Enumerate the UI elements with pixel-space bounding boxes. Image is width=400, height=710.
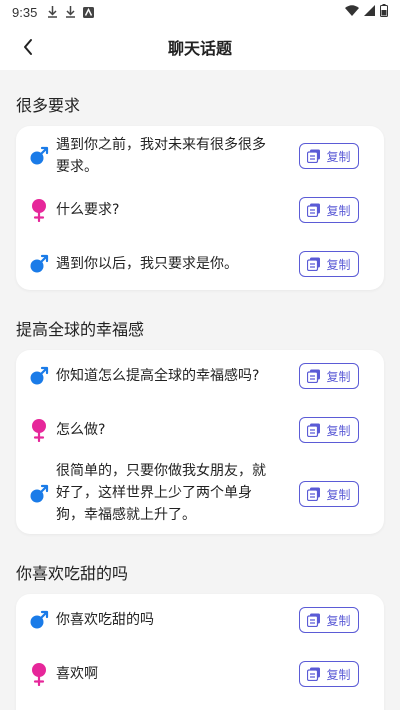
copy-button[interactable]: 复制 [299, 661, 359, 687]
section-title: 很多要求 [16, 96, 81, 115]
copy-button[interactable]: 复制 [299, 251, 359, 277]
copy-icon [307, 667, 321, 681]
dialogue-row: 怎么做? 复制 [16, 416, 384, 444]
status-time: 9:35 [12, 4, 38, 20]
battery-icon [380, 4, 388, 20]
copy-icon [307, 257, 321, 271]
copy-button[interactable]: 复制 [299, 363, 359, 389]
dialogue-text: 你喜欢吃甜的吗 [56, 612, 154, 628]
download-icon [64, 5, 76, 19]
dialogue-card: 遇到你之前，我对未来有很多很多要求。 复制 什么要求? 复制 遇到你以后，我只要… [16, 126, 384, 290]
copy-label: 复制 [326, 257, 351, 272]
female-icon [28, 418, 50, 442]
back-button[interactable] [14, 33, 42, 61]
dialogue-row: 喜欢啊 复制 [16, 660, 384, 688]
female-icon [28, 198, 50, 222]
dialogue-card: 你喜欢吃甜的吗 复制 喜欢啊 复制 [16, 594, 384, 710]
copy-icon [307, 369, 321, 383]
download-icon [46, 5, 58, 19]
male-icon [28, 252, 50, 276]
copy-label: 复制 [326, 203, 351, 218]
dialogue-row: 什么要求? 复制 [16, 196, 384, 224]
copy-button[interactable]: 复制 [299, 481, 359, 507]
copy-button[interactable]: 复制 [299, 607, 359, 633]
status-bar: 9:35 [0, 0, 400, 24]
copy-label: 复制 [326, 613, 351, 628]
dialogue-text: 遇到你以后，我只要求是你。 [56, 256, 238, 272]
copy-button[interactable]: 复制 [299, 197, 359, 223]
topic-list[interactable]: 很多要求 遇到你之前，我对未来有很多很多要求。 复制 什么要求? 复制 遇到你以… [0, 70, 400, 710]
dialogue-row: 遇到你之前，我对未来有很多很多要求。 复制 [16, 134, 384, 178]
section-title: 你喜欢吃甜的吗 [16, 564, 129, 583]
male-icon [28, 364, 50, 388]
copy-label: 复制 [326, 487, 351, 502]
dialogue-row: 你知道怎么提高全球的幸福感吗? 复制 [16, 362, 384, 390]
dialogue-text: 喜欢啊 [56, 666, 98, 682]
copy-label: 复制 [326, 369, 351, 384]
male-icon [28, 482, 50, 506]
section-title: 提高全球的幸福感 [16, 320, 145, 339]
dialogue-row: 很简单的，只要你做我女朋友，就好了，这样世界上少了两个单身狗，幸福感就上升了。 … [16, 460, 384, 526]
dialogue-card: 你知道怎么提高全球的幸福感吗? 复制 怎么做? 复制 很简单的，只要你做我女朋友… [16, 350, 384, 534]
dialogue-text: 很简单的，只要你做我女朋友，就好了，这样世界上少了两个单身狗，幸福感就上升了。 [56, 463, 266, 523]
female-icon [28, 662, 50, 686]
signal-icon [364, 5, 375, 19]
dialogue-row: 你喜欢吃甜的吗 复制 [16, 606, 384, 634]
copy-label: 复制 [326, 149, 351, 164]
page-title: 聊天话题 [167, 39, 232, 58]
copy-icon [307, 487, 321, 501]
copy-icon [307, 203, 321, 217]
male-icon [28, 608, 50, 632]
copy-button[interactable]: 复制 [299, 417, 359, 443]
dialogue-text: 什么要求? [56, 202, 120, 218]
wifi-icon [345, 5, 359, 19]
dialogue-text: 遇到你之前，我对未来有很多很多要求。 [56, 137, 266, 175]
copy-icon [307, 613, 321, 627]
copy-button[interactable]: 复制 [299, 143, 359, 169]
nav-bar: 聊天话题 [0, 24, 400, 70]
notification-app-icon [82, 5, 94, 19]
male-icon [28, 144, 50, 168]
copy-icon [307, 423, 321, 437]
dialogue-text: 你知道怎么提高全球的幸福感吗? [56, 368, 260, 384]
dialogue-row: 遇到你以后，我只要求是你。 复制 [16, 250, 384, 278]
chevron-left-icon [24, 39, 32, 55]
dialogue-text: 怎么做? [56, 422, 106, 438]
copy-label: 复制 [326, 423, 351, 438]
copy-icon [307, 149, 321, 163]
copy-label: 复制 [326, 667, 351, 682]
